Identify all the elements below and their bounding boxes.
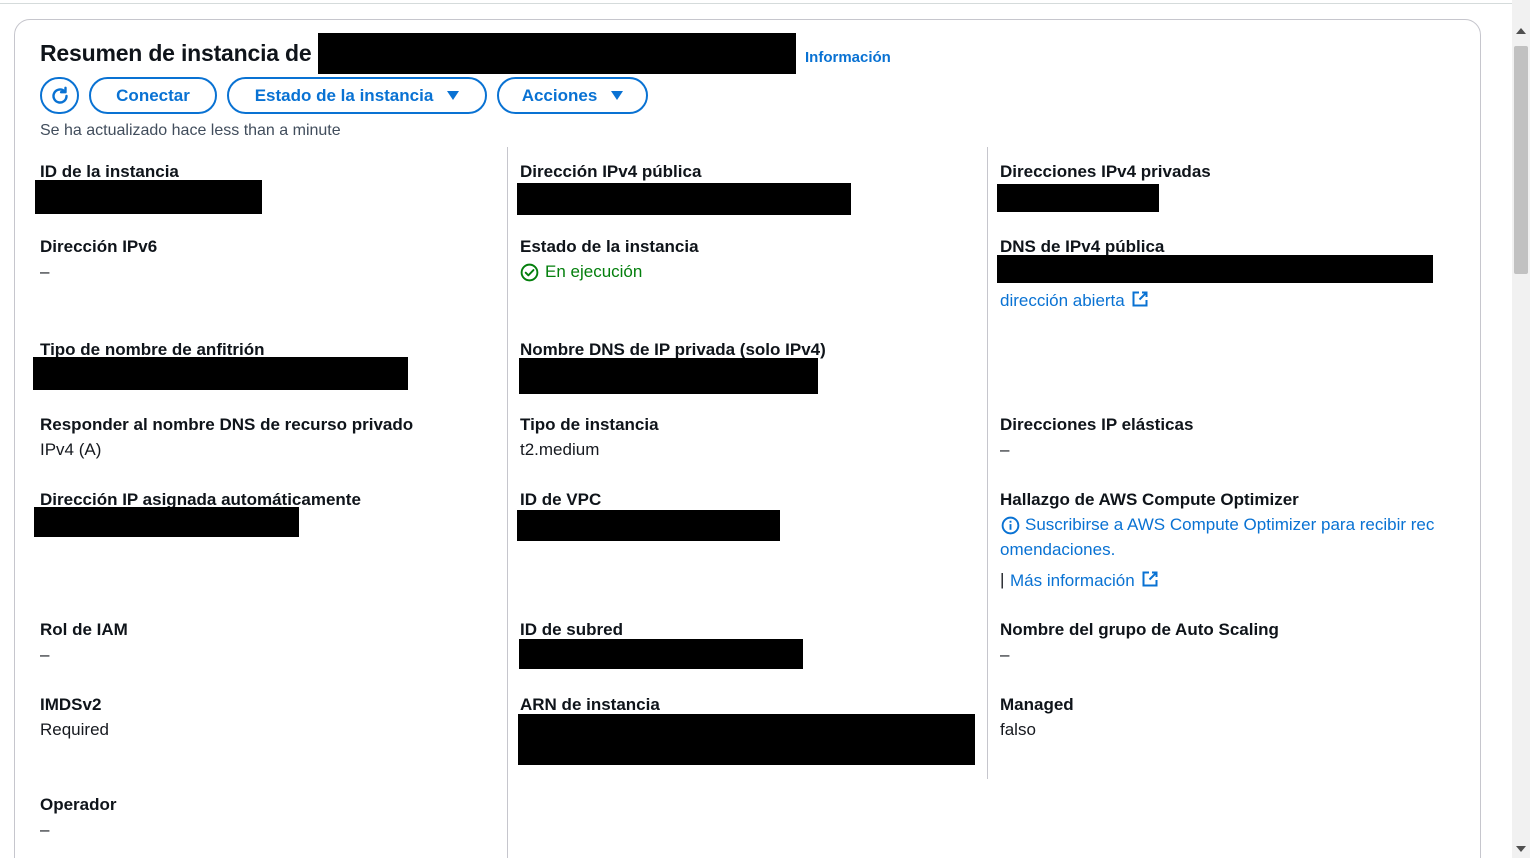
caret-down-icon <box>447 91 460 100</box>
info-icon <box>1001 516 1020 535</box>
elastic-ip-label: Direcciones IP elásticas <box>1000 415 1194 434</box>
column-divider <box>987 147 988 779</box>
success-check-icon <box>520 263 539 281</box>
more-info-link-text: Más información <box>1010 571 1135 590</box>
actions-dropdown[interactable]: Acciones <box>497 77 648 114</box>
redacted-public-ipv4 <box>517 183 851 215</box>
actions-dropdown-label: Acciones <box>521 85 598 105</box>
updated-timestamp: Se ha actualizado hace less than a minut… <box>40 122 341 139</box>
redacted-vpc-id <box>517 510 780 541</box>
public-dns-label: DNS de IPv4 pública <box>1000 237 1165 256</box>
instance-state-value: En ejecución <box>520 262 642 282</box>
page-title: Resumen de instancia de <box>40 40 312 66</box>
connect-button[interactable]: Conectar <box>89 77 217 114</box>
scroll-up-arrow[interactable] <box>1516 28 1526 34</box>
redacted-instance-arn <box>518 714 975 765</box>
redacted-private-dns <box>519 358 818 394</box>
instance-id-label: ID de la instancia <box>40 162 179 181</box>
redacted-hostname-type <box>33 357 408 390</box>
instance-type-label: Tipo de instancia <box>520 415 659 434</box>
imdsv2-label: IMDSv2 <box>40 695 102 714</box>
redacted-auto-ip <box>34 507 299 537</box>
managed-value: falso <box>1000 720 1036 739</box>
top-border <box>0 3 1512 4</box>
refresh-button[interactable] <box>40 77 79 114</box>
instance-state-dropdown-label: Estado de la instancia <box>254 85 434 105</box>
info-link[interactable]: Información <box>805 49 891 66</box>
vpc-id-label: ID de VPC <box>520 490 602 509</box>
subscribe-optimizer-link[interactable]: Suscribirse a AWS Compute Optimizer para… <box>1025 515 1434 535</box>
open-address-link[interactable]: dirección abierta <box>1000 290 1149 311</box>
iam-role-label: Rol de IAM <box>40 620 128 639</box>
respond-dns-value: IPv4 (A) <box>40 440 102 459</box>
redacted-subnet-id <box>519 639 803 669</box>
caret-down-icon <box>611 91 624 100</box>
connect-button-label: Conectar <box>116 85 190 105</box>
public-ipv4-label: Dirección IPv4 pública <box>520 162 702 181</box>
redacted-instance-id <box>35 180 262 214</box>
private-dns-label: Nombre DNS de IP privada (solo IPv4) <box>520 340 826 359</box>
instance-state-label: Estado de la instancia <box>520 237 699 256</box>
instance-arn-label: ARN de instancia <box>520 695 660 714</box>
scrollbar[interactable] <box>1512 0 1530 858</box>
respond-dns-label: Responder al nombre DNS de recurso priva… <box>40 415 414 434</box>
instance-state-text: En ejecución <box>545 262 643 281</box>
scrollbar-thumb[interactable] <box>1514 46 1528 274</box>
refresh-icon <box>51 86 68 104</box>
redacted-instance-name <box>318 33 796 74</box>
asg-name-value: – <box>1000 645 1010 664</box>
more-info-link[interactable]: Más información <box>1010 570 1159 591</box>
redacted-public-dns <box>997 255 1433 283</box>
subscribe-optimizer-link-continued[interactable]: omendaciones. <box>1000 540 1115 560</box>
scroll-down-arrow[interactable] <box>1516 846 1526 852</box>
managed-label: Managed <box>1000 695 1074 714</box>
column-divider <box>507 147 508 858</box>
asg-name-label: Nombre del grupo de Auto Scaling <box>1000 620 1279 639</box>
external-link-icon <box>1142 571 1158 587</box>
operator-label: Operador <box>40 795 117 814</box>
iam-role-value: – <box>40 645 50 664</box>
imdsv2-value: Required <box>40 720 109 739</box>
operator-value: – <box>40 820 50 839</box>
open-address-link-text: dirección abierta <box>1000 291 1125 310</box>
optimizer-label: Hallazgo de AWS Compute Optimizer <box>1000 490 1299 509</box>
instance-type-value: t2.medium <box>520 440 600 459</box>
link-separator: | <box>1000 570 1005 589</box>
ipv6-label: Dirección IPv6 <box>40 237 158 256</box>
private-ipv4-label: Direcciones IPv4 privadas <box>1000 162 1211 181</box>
redacted-private-ipv4 <box>997 184 1159 212</box>
subnet-id-label: ID de subred <box>520 620 623 639</box>
elastic-ip-value: – <box>1000 440 1010 459</box>
external-link-icon <box>1132 291 1148 307</box>
ipv6-value: – <box>40 262 50 281</box>
instance-state-dropdown[interactable]: Estado de la instancia <box>227 77 487 114</box>
